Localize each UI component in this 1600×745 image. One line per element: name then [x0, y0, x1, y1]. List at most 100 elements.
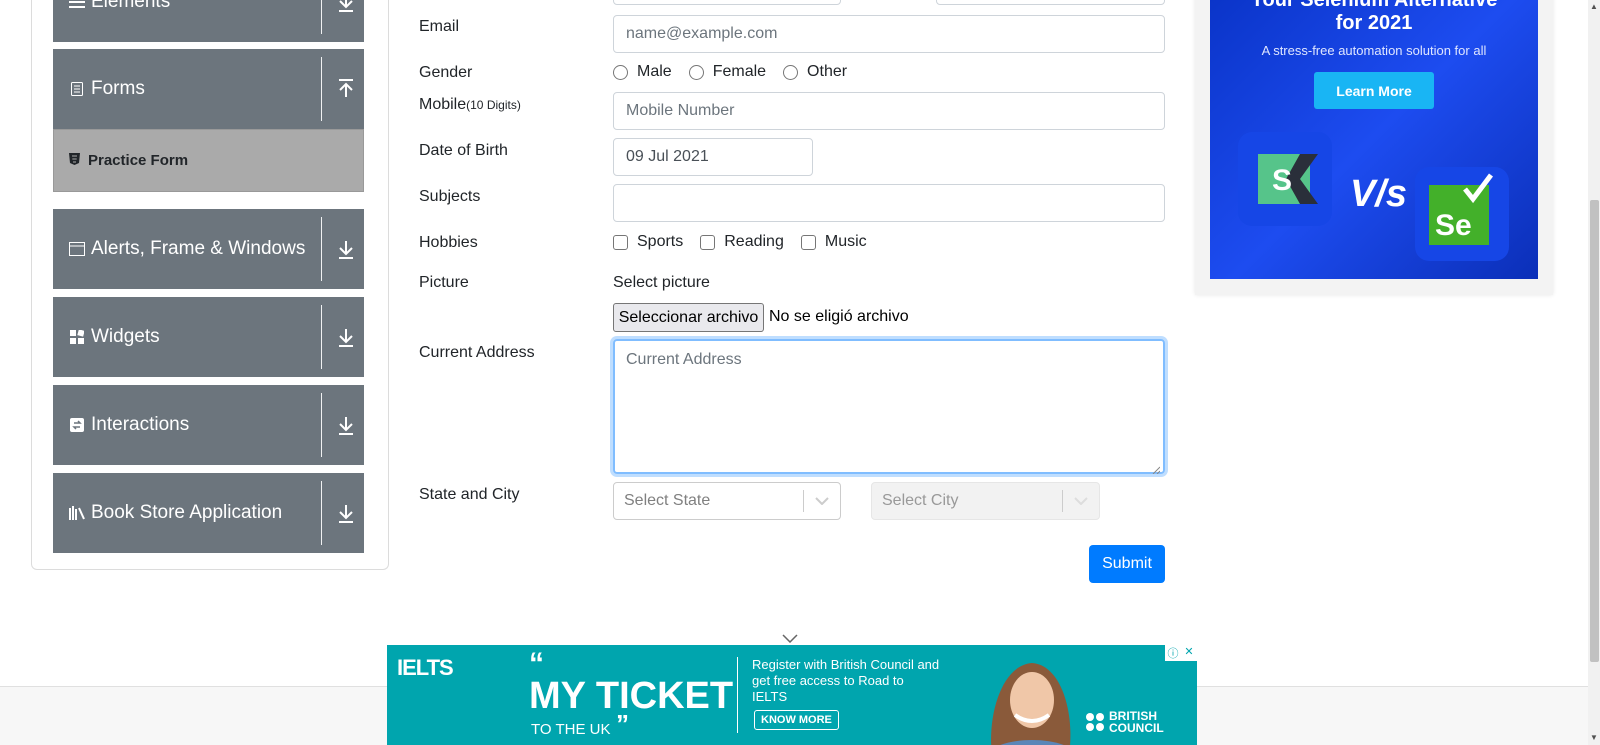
divider [321, 217, 322, 281]
dob-input[interactable]: 09 Jul 2021 [613, 138, 813, 176]
hobby-sports-option[interactable]: Sports [613, 233, 683, 251]
gender-label: Gender [419, 64, 473, 81]
checkbox-label: Reading [724, 233, 784, 250]
ad-right-panel[interactable]: Your Selenium Alternative for 2021 A str… [1195, 0, 1553, 295]
city-placeholder: Select City [882, 492, 959, 509]
mobile-placeholder: Mobile Number [626, 102, 735, 119]
email-field[interactable]: name@example.com [613, 15, 1165, 53]
sidebar-group-label: Book Store Application [91, 502, 283, 523]
radio-button[interactable] [783, 64, 799, 80]
download-arrow-icon[interactable] [337, 0, 355, 13]
current-address-textarea[interactable]: Current Address [613, 339, 1165, 475]
sidebar-group-label: Alerts, Frame & Windows [91, 238, 306, 259]
sidebar-group-label: Widgets [91, 326, 160, 347]
list-icon [69, 0, 85, 10]
ielts-ad-banner[interactable]: IELTS “ MY TICKET TO THE UK ” Register w… [387, 645, 1197, 745]
city-select[interactable]: Select City [871, 482, 1100, 520]
chevron-down-icon[interactable] [1063, 497, 1099, 505]
scroll-up-icon[interactable]: ▲ [1590, 2, 1598, 11]
sidebar-group-elements[interactable]: Elements [53, 0, 364, 42]
sidebar-group-interactions[interactable]: Interactions [53, 385, 364, 465]
choose-file-button[interactable]: Seleccionar archivo [613, 303, 764, 332]
hobby-music-option[interactable]: Music [800, 233, 867, 251]
scrollbar-thumb[interactable] [1590, 200, 1599, 662]
resize-handle-icon[interactable] [1152, 461, 1161, 475]
state-placeholder: Select State [624, 492, 711, 509]
email-placeholder: name@example.com [626, 25, 778, 42]
checkbox-label: Sports [637, 233, 684, 250]
gender-female-option[interactable]: Female [688, 63, 767, 81]
window-icon [69, 241, 85, 257]
download-arrow-icon[interactable] [337, 502, 355, 524]
sidebar-group-label: Interactions [91, 414, 190, 435]
sponsor-line2: COUNCIL [1109, 721, 1164, 735]
radio-label: Male [637, 63, 672, 80]
ad-title-year: for 2021 [1335, 12, 1413, 34]
chevron-down-icon[interactable] [804, 497, 840, 505]
download-arrow-icon[interactable] [337, 414, 355, 436]
radio-label: Female [712, 63, 767, 80]
address-label: Current Address [419, 344, 535, 361]
scroll-down-icon[interactable]: ▼ [1590, 733, 1598, 742]
download-arrow-icon[interactable] [337, 326, 355, 348]
first-name-input[interactable] [613, 0, 841, 5]
sidebar-group-forms[interactable]: Forms [53, 49, 364, 129]
email-label: Email [419, 18, 460, 35]
learn-more-button[interactable]: Learn More [1314, 72, 1434, 109]
divider [321, 393, 322, 457]
mobile-field[interactable]: Mobile Number [613, 92, 1165, 130]
radio-button[interactable] [613, 64, 628, 80]
widgets-icon [69, 329, 85, 345]
gender-options: Male Female Other [613, 63, 864, 81]
logo-left-text: S [1272, 164, 1292, 197]
ad-controls: ⓘ ✕ [1165, 645, 1197, 661]
vs-text: V/s [1350, 173, 1408, 215]
divider [321, 305, 322, 369]
radio-label: Other [807, 63, 848, 80]
ad-title: Your Selenium Alternative [1250, 0, 1498, 11]
sidebar-group-book-store[interactable]: Book Store Application [53, 473, 364, 553]
checkbox-label: Music [824, 233, 867, 250]
download-arrow-icon[interactable] [337, 238, 355, 260]
ad-subtitle: A stress-free automation solution for al… [1261, 43, 1487, 58]
books-icon [69, 505, 85, 521]
ad-subline: TO THE UK [531, 721, 611, 738]
know-more-button[interactable]: KNOW MORE [754, 710, 839, 730]
ad-headline: MY TICKET [529, 675, 734, 717]
info-icon[interactable]: ⓘ [1165, 645, 1181, 661]
close-icon[interactable]: ✕ [1181, 645, 1197, 661]
dob-label: Date of Birth [419, 142, 508, 159]
last-name-input[interactable] [936, 0, 1165, 5]
subjects-label: Subjects [419, 188, 481, 205]
divider [321, 57, 322, 121]
mobile-hint: (10 Digits) [466, 98, 521, 112]
interactions-icon [69, 417, 85, 433]
sidebar-group-alerts[interactable]: Alerts, Frame & Windows [53, 209, 364, 289]
submit-button[interactable]: Submit [1089, 545, 1165, 583]
dob-value: 09 Jul 2021 [626, 148, 709, 165]
hobbies-options: Sports Reading Music [613, 233, 884, 251]
hobby-reading-option[interactable]: Reading [700, 233, 784, 251]
state-city-label: State and City [419, 486, 520, 503]
subjects-input[interactable] [613, 184, 1165, 222]
picture-caption: Select picture [613, 274, 710, 291]
selenium-alternative-ad[interactable]: Your Selenium Alternative for 2021 A str… [1210, 0, 1538, 279]
sidebar-item-label: Practice Form [88, 152, 189, 169]
sidebar-item-practice-form[interactable]: Practice Form [53, 129, 364, 192]
sidebar-group-label: Elements [91, 0, 171, 12]
radio-button[interactable] [688, 64, 704, 80]
gender-male-option[interactable]: Male [613, 63, 672, 81]
selenium-logo-icon: Se [1415, 167, 1509, 261]
checkbox[interactable] [800, 234, 816, 250]
sidebar-group-label: Forms [91, 78, 145, 99]
logo-right-text: Se [1435, 209, 1472, 242]
ad-body: Register with British Council and get fr… [752, 657, 940, 704]
gender-other-option[interactable]: Other [783, 63, 847, 81]
checkbox[interactable] [700, 234, 716, 250]
checkbox[interactable] [613, 234, 628, 250]
mobile-label-text: Mobile [419, 96, 467, 113]
state-select[interactable]: Select State [613, 482, 841, 520]
sidebar-group-widgets[interactable]: Widgets [53, 297, 364, 377]
document-icon [69, 81, 85, 97]
upload-arrow-icon[interactable] [337, 78, 355, 100]
